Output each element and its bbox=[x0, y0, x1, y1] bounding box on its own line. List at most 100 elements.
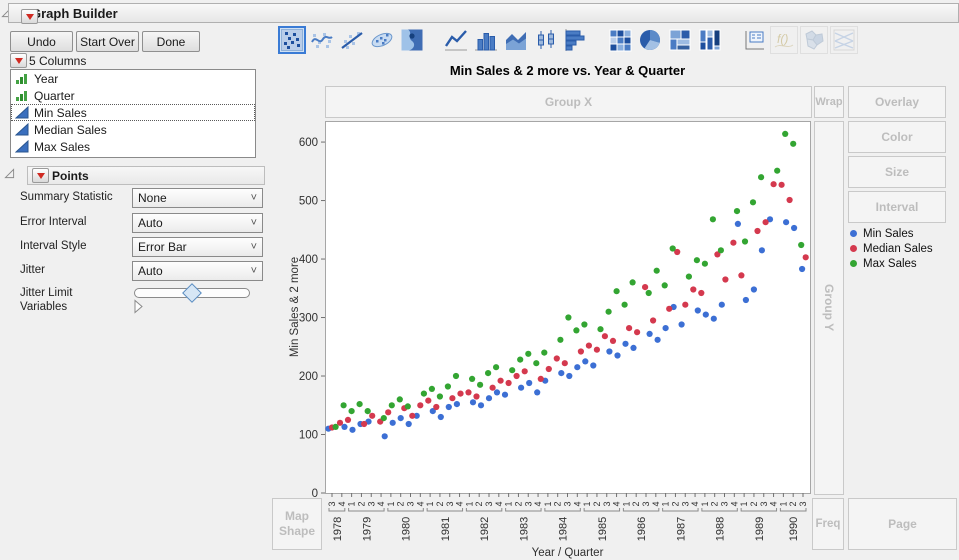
legend-item-label: Max Sales bbox=[863, 258, 917, 270]
box-plot-element-icon[interactable] bbox=[532, 26, 560, 54]
jitter-limit-label: Jitter Limit bbox=[20, 287, 72, 299]
jitter-limit-slider-thumb[interactable] bbox=[182, 283, 202, 303]
column-item-label: Median Sales bbox=[34, 123, 107, 137]
svg-text:100: 100 bbox=[299, 430, 318, 442]
summary-statistic-select[interactable]: None ˅ bbox=[132, 188, 263, 208]
legend-item-median-sales[interactable]: Median Sales bbox=[850, 241, 933, 256]
interval-style-select[interactable]: Error Bar ˅ bbox=[132, 237, 263, 257]
svg-text:3: 3 bbox=[602, 501, 612, 506]
svg-text:1980: 1980 bbox=[401, 517, 413, 541]
svg-text:4: 4 bbox=[690, 501, 700, 506]
drop-zone-group-x[interactable]: Group X bbox=[325, 86, 812, 118]
pie-element-icon[interactable] bbox=[636, 26, 664, 54]
column-item-label: Max Sales bbox=[34, 140, 90, 154]
smoother-element-icon[interactable] bbox=[308, 26, 336, 54]
svg-text:2: 2 bbox=[749, 501, 759, 506]
outline-header: Graph Builder bbox=[8, 3, 959, 23]
treemap-element-icon[interactable] bbox=[666, 26, 694, 54]
svg-text:1: 1 bbox=[386, 501, 396, 506]
legend-item-min-sales[interactable]: Min Sales bbox=[850, 226, 933, 241]
line-of-fit-element-icon[interactable] bbox=[338, 26, 366, 54]
legend-item-label: Median Sales bbox=[863, 243, 933, 255]
start-over-button[interactable]: Start Over bbox=[76, 31, 139, 52]
svg-text:3: 3 bbox=[445, 501, 455, 506]
svg-text:1: 1 bbox=[661, 501, 671, 506]
svg-text:4: 4 bbox=[729, 501, 739, 506]
group-y-label: Group Y bbox=[822, 284, 836, 331]
svg-text:4: 4 bbox=[572, 501, 582, 506]
contour-element-icon[interactable] bbox=[398, 26, 426, 54]
drop-zone-interval[interactable]: Interval bbox=[848, 191, 946, 223]
drop-zone-size[interactable]: Size bbox=[848, 156, 946, 188]
svg-text:4: 4 bbox=[612, 501, 622, 506]
legend-marker-icon bbox=[850, 230, 857, 237]
bar-element-icon[interactable] bbox=[472, 26, 500, 54]
summary-statistic-value: None bbox=[138, 191, 167, 205]
svg-text:1: 1 bbox=[347, 501, 357, 506]
jitter-select[interactable]: Auto ˅ bbox=[132, 261, 263, 281]
svg-text:2: 2 bbox=[553, 501, 563, 506]
map-shapes-element-icon bbox=[800, 26, 828, 54]
chart-legend: Min Sales Median Sales Max Sales bbox=[850, 226, 933, 271]
scatter-plot-area[interactable]: 0100200300400500600Min Sales & 2 more341… bbox=[280, 115, 820, 560]
svg-text:1: 1 bbox=[543, 501, 553, 506]
histogram-element-icon[interactable] bbox=[562, 26, 590, 54]
svg-text:1989: 1989 bbox=[754, 517, 766, 541]
svg-text:400: 400 bbox=[299, 254, 318, 266]
svg-text:1979: 1979 bbox=[361, 517, 373, 541]
graph-builder-window: Graph Builder Undo Start Over Done 5 Col… bbox=[0, 0, 959, 560]
ellipse-element-icon[interactable] bbox=[368, 26, 396, 54]
points-disclosure-triangle-icon[interactable] bbox=[4, 168, 15, 179]
drop-zone-color[interactable]: Color bbox=[848, 121, 946, 153]
svg-text:Min Sales & 2 more: Min Sales & 2 more bbox=[289, 257, 301, 357]
svg-text:3: 3 bbox=[406, 501, 416, 506]
mosaic-element-icon[interactable] bbox=[696, 26, 724, 54]
svg-text:1982: 1982 bbox=[479, 517, 491, 541]
svg-text:200: 200 bbox=[299, 371, 318, 383]
drop-zone-overlay[interactable]: Overlay bbox=[848, 86, 946, 118]
svg-text:3: 3 bbox=[641, 501, 651, 506]
svg-text:3: 3 bbox=[680, 501, 690, 506]
svg-text:1990: 1990 bbox=[788, 517, 800, 541]
chart-title: Min Sales & 2 more vs. Year & Quarter bbox=[325, 63, 810, 78]
svg-text:1988: 1988 bbox=[715, 517, 727, 541]
svg-text:2: 2 bbox=[592, 501, 602, 506]
svg-text:1: 1 bbox=[504, 501, 514, 506]
column-item-median-sales[interactable]: Median Sales bbox=[11, 121, 255, 138]
red-triangle-menu-icon[interactable] bbox=[21, 9, 38, 24]
chevron-down-icon: ˅ bbox=[251, 242, 257, 252]
chevron-down-icon: ˅ bbox=[251, 193, 257, 203]
area-element-icon[interactable] bbox=[502, 26, 530, 54]
page-title: Graph Builder bbox=[31, 6, 118, 21]
column-item-quarter[interactable]: Quarter bbox=[11, 87, 255, 104]
drop-zone-page[interactable]: Page bbox=[848, 498, 957, 550]
column-item-year[interactable]: Year bbox=[11, 70, 255, 87]
variables-disclosure-icon[interactable] bbox=[133, 299, 144, 314]
columns-red-triangle-menu-icon[interactable] bbox=[10, 53, 27, 68]
scatter-plot[interactable]: 0100200300400500600Min Sales & 2 more341… bbox=[280, 115, 820, 560]
caption-box-element-icon[interactable] bbox=[740, 26, 768, 54]
heatmap-element-icon[interactable] bbox=[606, 26, 634, 54]
done-button[interactable]: Done bbox=[142, 31, 200, 52]
svg-text:1: 1 bbox=[778, 501, 788, 506]
points-element-icon[interactable] bbox=[278, 26, 306, 54]
points-red-triangle-menu-icon[interactable] bbox=[32, 168, 49, 183]
svg-text:3: 3 bbox=[484, 501, 494, 506]
svg-text:1: 1 bbox=[739, 501, 749, 506]
legend-item-max-sales[interactable]: Max Sales bbox=[850, 256, 933, 271]
line-element-icon[interactable] bbox=[442, 26, 470, 54]
svg-text:2: 2 bbox=[513, 501, 523, 506]
column-item-label: Min Sales bbox=[34, 106, 87, 120]
svg-text:1: 1 bbox=[425, 501, 435, 506]
formula-element-icon: f() bbox=[770, 26, 798, 54]
column-item-max-sales[interactable]: Max Sales bbox=[11, 138, 255, 155]
drop-zone-wrap[interactable]: Wrap bbox=[814, 86, 844, 118]
undo-button[interactable]: Undo bbox=[10, 31, 73, 52]
svg-text:2: 2 bbox=[396, 501, 406, 506]
svg-text:600: 600 bbox=[299, 137, 318, 149]
error-interval-select[interactable]: Auto ˅ bbox=[132, 213, 263, 233]
svg-text:1: 1 bbox=[582, 501, 592, 506]
summary-statistic-label: Summary Statistic bbox=[20, 191, 113, 203]
column-item-min-sales[interactable]: Min Sales bbox=[11, 104, 255, 121]
variables-label: Variables bbox=[20, 301, 67, 313]
